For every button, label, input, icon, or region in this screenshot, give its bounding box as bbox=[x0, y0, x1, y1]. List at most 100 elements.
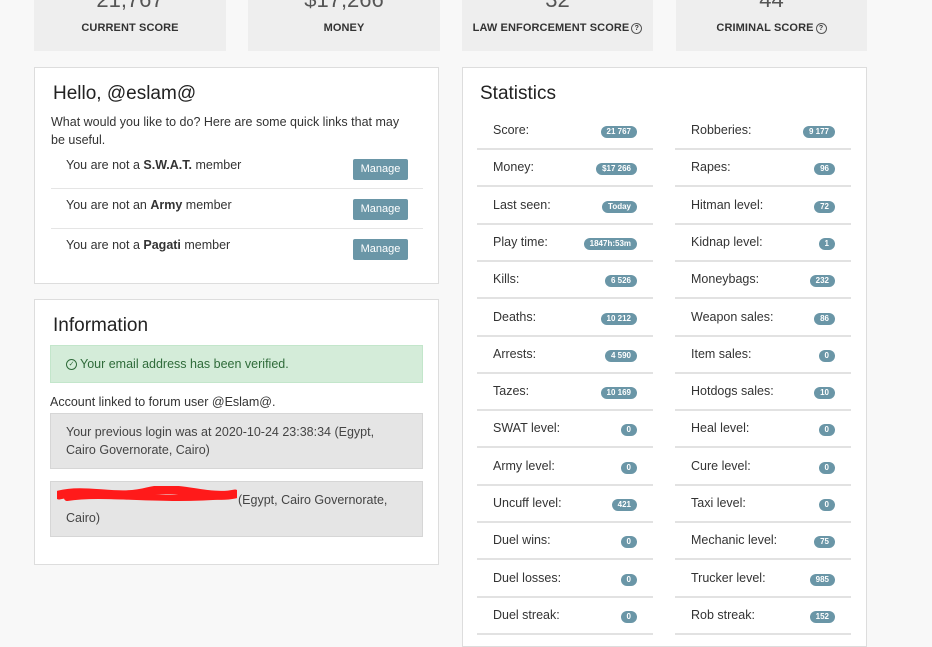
stat-label: Weapon sales: bbox=[691, 309, 774, 324]
stat-value-badge: 86 bbox=[814, 312, 835, 325]
stat-label: Hitman level: bbox=[691, 197, 764, 212]
stat-value-badge: 152 bbox=[809, 610, 835, 623]
stat-value-badge: 1847h:53m bbox=[583, 237, 637, 250]
stat-label: Play time: bbox=[493, 234, 548, 249]
information-title: Information bbox=[53, 315, 149, 336]
stat-row: Deaths: 10 212 bbox=[477, 300, 653, 337]
quick-link-text: You are not a Pagati member bbox=[66, 238, 231, 252]
score-label: CRIMINAL SCORE? bbox=[676, 22, 867, 34]
stat-value-badge: 9 177 bbox=[802, 126, 835, 138]
stat-row: Tazes: 10 169 bbox=[477, 374, 653, 412]
quick-link-army: You are not an Army member Manage bbox=[51, 189, 423, 229]
stat-label: Arrests: bbox=[493, 346, 537, 361]
quick-link-pagati: You are not a Pagati member Manage bbox=[51, 229, 423, 269]
stat-row: Mechanic level: 75 bbox=[675, 523, 851, 561]
stat-row: Trucker level: 985 bbox=[675, 561, 851, 598]
statistics-panel: Statistics Score: 21 767 Money: $17 266 Last… bbox=[462, 67, 867, 647]
score-value: 21,767 bbox=[34, 0, 226, 12]
stat-row: Money: $17 266 bbox=[477, 150, 653, 188]
stat-label: Trucker level: bbox=[691, 570, 766, 585]
stat-row: Taxi level: 0 bbox=[675, 486, 851, 523]
stat-row: Heal level: 0 bbox=[675, 411, 851, 449]
stat-value-badge: 6 526 bbox=[604, 275, 637, 288]
stat-row: Duel streak: 0 bbox=[477, 598, 653, 635]
stat-label: Score: bbox=[493, 123, 530, 137]
score-label: CURRENT SCORE bbox=[81, 22, 179, 34]
stat-label: Rapes: bbox=[691, 160, 731, 175]
stat-label: Uncuff level: bbox=[493, 496, 562, 510]
stat-row: Last seen: Today bbox=[477, 188, 653, 225]
stat-row: Hitman level: 72 bbox=[675, 188, 851, 225]
stat-value-badge: 72 bbox=[814, 200, 835, 213]
stat-value-badge: 421 bbox=[611, 499, 637, 511]
score-label: LAW ENFORCEMENT SCORE? bbox=[462, 22, 653, 34]
stat-label: Money: bbox=[493, 160, 534, 175]
stat-row: Army level: 0 bbox=[477, 449, 653, 486]
stat-label: Duel wins: bbox=[493, 533, 551, 548]
help-icon[interactable]: ? bbox=[631, 22, 643, 34]
stat-value-badge: 0 bbox=[620, 610, 637, 623]
stat-row: Score: 21 767 bbox=[477, 113, 653, 150]
stat-value-badge: 0 bbox=[620, 461, 637, 474]
stat-value-badge: Today bbox=[602, 200, 637, 213]
stat-row: Rapes: 96 bbox=[675, 150, 851, 188]
stat-label: Cure level: bbox=[691, 458, 751, 473]
stat-label: Kidnap level: bbox=[691, 234, 763, 249]
stat-label: Army level: bbox=[493, 458, 555, 473]
score-label: MONEY bbox=[323, 22, 365, 34]
stat-value-badge: 0 bbox=[620, 536, 637, 549]
stat-row: Moneybags: 232 bbox=[675, 262, 851, 300]
stat-label: Taxi level: bbox=[691, 496, 746, 510]
stat-label: Mechanic level: bbox=[691, 533, 778, 548]
stat-value-badge: 985 bbox=[809, 573, 835, 586]
statistics-title: Statistics bbox=[480, 83, 557, 104]
stat-label: Moneybags: bbox=[691, 272, 760, 287]
previous-login-text: Your previous login was at 2020-10-24 23… bbox=[66, 425, 375, 457]
email-verified-alert: ✓ Your email address has been verified. bbox=[50, 345, 423, 383]
hello-intro: What would you like to do? Here are some… bbox=[51, 115, 400, 147]
stat-value-badge: 21 767 bbox=[600, 126, 637, 138]
redaction-scribble-icon bbox=[57, 486, 237, 501]
manage-army-button[interactable]: Manage bbox=[353, 199, 408, 220]
stat-label: Deaths: bbox=[493, 309, 537, 324]
stat-label: Robberies: bbox=[691, 123, 752, 137]
hello-title: Hello, @eslam@ bbox=[53, 83, 197, 104]
stat-label: Duel streak: bbox=[493, 607, 560, 622]
stat-value-badge: 0 bbox=[818, 349, 835, 362]
stat-label: Kills: bbox=[493, 272, 520, 287]
quick-link-swat: You are not a S.W.A.T. member Manage bbox=[51, 149, 423, 189]
stat-value-badge: 75 bbox=[814, 536, 835, 549]
stat-row: Kidnap level: 1 bbox=[675, 225, 851, 262]
score-card-money: $17,266 MONEY bbox=[248, 0, 440, 51]
forum-link-text: Account linked to forum user @Eslam@. bbox=[50, 395, 276, 409]
score-card-current: 21,767 CURRENT SCORE bbox=[34, 0, 226, 51]
manage-pagati-button[interactable]: Manage bbox=[353, 239, 408, 260]
help-icon[interactable]: ? bbox=[815, 22, 827, 34]
stat-label: Rob streak: bbox=[691, 607, 755, 622]
stat-row: Item sales: 0 bbox=[675, 337, 851, 374]
stat-row: SWAT level: 0 bbox=[477, 411, 653, 449]
stat-value-badge: 0 bbox=[818, 499, 835, 511]
stat-row: Arrests: 4 590 bbox=[477, 337, 653, 374]
score-value: 32 bbox=[462, 0, 653, 12]
stat-row: Duel losses: 0 bbox=[477, 561, 653, 598]
stat-label: SWAT level: bbox=[493, 421, 561, 436]
stat-row: Weapon sales: 86 bbox=[675, 300, 851, 337]
stat-row: Rob streak: 152 bbox=[675, 598, 851, 635]
stat-value-badge: 96 bbox=[814, 163, 835, 176]
stat-value-badge: 0 bbox=[818, 424, 835, 437]
stat-value-badge: 0 bbox=[818, 461, 835, 474]
stat-value-badge: 0 bbox=[620, 573, 637, 586]
stat-value-badge: $17 266 bbox=[596, 163, 637, 176]
stat-label: Item sales: bbox=[691, 346, 752, 361]
stat-value-badge: 10 169 bbox=[600, 387, 637, 400]
stat-row: Robberies: 9 177 bbox=[675, 113, 851, 150]
hello-panel: Hello, @eslam@ What would you like to do… bbox=[34, 67, 439, 284]
manage-swat-button[interactable]: Manage bbox=[353, 159, 408, 180]
stat-value-badge: 1 bbox=[818, 237, 835, 250]
stat-row: Cure level: 0 bbox=[675, 449, 851, 486]
stat-row: Hotdogs sales: 10 bbox=[675, 374, 851, 412]
stat-value-badge: 10 bbox=[814, 387, 835, 400]
score-card-law-enforcement: 32 LAW ENFORCEMENT SCORE? bbox=[462, 0, 653, 51]
stat-label: Heal level: bbox=[691, 421, 750, 436]
